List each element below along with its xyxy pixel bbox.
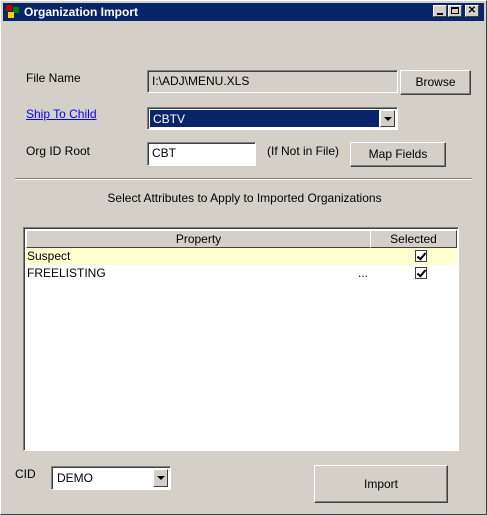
file-name-field[interactable]: I:\ADJ\MENU.XLS [147,70,398,93]
maximize-button[interactable] [448,5,462,17]
chevron-down-icon[interactable] [153,469,168,487]
title-bar: Organization Import ✕ [3,3,484,21]
table-row[interactable]: FREELISTING ... [26,265,457,282]
divider [15,178,472,180]
minimize-icon [437,13,443,15]
property-name: FREELISTING [27,266,106,280]
selected-checkbox[interactable] [415,267,427,279]
property-column-header[interactable]: Property [26,230,371,248]
cid-label: CID [15,467,36,481]
browse-button[interactable]: Browse [400,70,471,95]
import-button[interactable]: Import [314,465,448,503]
selected-checkbox[interactable] [415,250,427,262]
app-icon [6,5,19,18]
attributes-heading: Select Attributes to Apply to Imported O… [107,191,382,205]
cid-value: DEMO [57,471,93,485]
ship-to-child-value: CBTV [150,110,379,127]
window-title: Organization Import [24,5,138,19]
maximize-icon [451,7,459,14]
org-id-root-label: Org ID Root [26,144,91,158]
organization-import-window: Organization Import ✕ File Name I:\ADJ\M… [0,0,487,515]
org-id-root-input[interactable]: CBT [147,142,256,166]
table-row[interactable]: Suspect [26,248,457,265]
attributes-grid: Property Selected Suspect FREELISTING ..… [23,227,459,451]
org-id-hint: (If Not in File) [267,144,340,158]
cid-select[interactable]: DEMO [51,466,171,490]
file-name-label: File Name [26,71,81,85]
selected-column-header[interactable]: Selected [370,230,457,248]
property-extra[interactable]: ... [358,265,368,282]
ship-to-child-link[interactable]: Ship To Child [26,107,97,121]
close-button[interactable]: ✕ [465,5,479,17]
chevron-down-icon[interactable] [380,110,395,127]
minimize-button[interactable] [433,5,447,17]
map-fields-button[interactable]: Map Fields [350,142,446,167]
property-name: Suspect [27,249,71,263]
ship-to-child-select[interactable]: CBTV [147,107,398,130]
close-icon: ✕ [467,5,477,16]
